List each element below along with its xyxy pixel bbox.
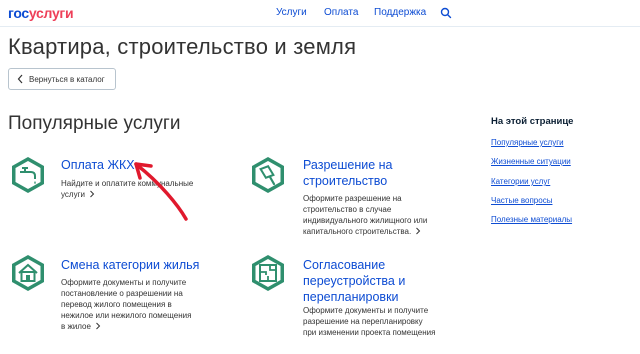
service-title-line: Согласование: [303, 258, 386, 272]
service-title[interactable]: Согласование переустройства и перепланир…: [303, 257, 405, 305]
service-desc-line: индивидуального жилищного или: [303, 216, 428, 225]
service-title[interactable]: Разрешение на строительство: [303, 157, 393, 189]
service-desc-line: разрешение на перепланировку: [303, 317, 423, 326]
house-icon: [12, 255, 44, 291]
chevron-left-icon: [17, 74, 23, 84]
service-title-line: Разрешение на: [303, 158, 393, 172]
service-desc-line: при изменении проекта помещения: [303, 328, 436, 337]
chevron-right-icon[interactable]: [95, 322, 101, 330]
header: госуслуги Услуги Оплата Поддержка: [0, 0, 640, 27]
toc-link-life-situations[interactable]: Жизненные ситуации: [491, 157, 571, 166]
service-desc-line: нежилое или нежилого помещения: [61, 311, 192, 320]
service-title[interactable]: Смена категории жилья: [61, 257, 199, 273]
search-icon[interactable]: [440, 7, 452, 19]
chevron-right-icon[interactable]: [415, 227, 421, 235]
floorplan-icon: [252, 255, 284, 291]
service-desc-line: капитального строительства.: [303, 227, 412, 236]
back-to-catalog-button[interactable]: Вернуться в каталог: [8, 68, 116, 90]
toc-heading: На этой странице: [491, 116, 574, 127]
toc-link-materials[interactable]: Полезные материалы: [491, 215, 572, 224]
service-desc-line: услуги: [61, 190, 85, 199]
service-desc-line: перевод жилого помещения в: [61, 300, 172, 309]
service-title-line: перепланировки: [303, 290, 399, 304]
service-desc-line: Оформите документы и получите: [303, 306, 429, 315]
service-title-line: Смена категории жилья: [61, 258, 200, 272]
service-title-line: строительство: [303, 174, 388, 188]
section-title: Популярные услуги: [8, 113, 181, 134]
gosuslugi-logo[interactable]: госуслуги: [8, 5, 74, 21]
nav-link-payment[interactable]: Оплата: [324, 7, 358, 18]
service-desc-line: Оформите разрешение на: [303, 194, 402, 203]
service-desc-line: строительство в случае: [303, 205, 392, 214]
service-title-line: переустройства и: [303, 274, 406, 288]
back-button-label: Вернуться в каталог: [29, 75, 105, 84]
service-description: Оформите документы и получите постановле…: [61, 277, 191, 332]
logo-part-uslugi: услуги: [28, 5, 74, 21]
toc-link-categories[interactable]: Категории услуг: [491, 177, 550, 186]
logo-part-gos: гос: [8, 5, 29, 21]
service-description: Найдите и оплатите коммунальные услуги: [61, 178, 193, 200]
service-desc-line: постановление о разрешении на: [61, 289, 183, 298]
toc-link-popular[interactable]: Популярные услуги: [491, 138, 564, 147]
service-desc-line: Найдите и оплатите коммунальные: [61, 179, 194, 188]
service-desc-line: Оформите документы и получите: [61, 278, 187, 287]
page-title: Квартира, строительство и земля: [8, 34, 357, 59]
service-description: Оформите разрешение на строительство в с…: [303, 193, 427, 237]
service-desc-line: в жилое: [61, 322, 91, 331]
faucet-icon: [12, 157, 44, 193]
service-title[interactable]: Оплата ЖКХ: [61, 157, 135, 173]
nav-link-services[interactable]: Услуги: [276, 7, 307, 18]
chevron-right-icon[interactable]: [89, 190, 95, 198]
service-description: Оформите документы и получите разрешение…: [303, 305, 435, 338]
toc-link-faq[interactable]: Частые вопросы: [491, 196, 552, 205]
service-title-line: Оплата ЖКХ: [61, 158, 135, 172]
trowel-icon: [252, 157, 284, 193]
nav-link-support[interactable]: Поддержка: [374, 7, 426, 18]
